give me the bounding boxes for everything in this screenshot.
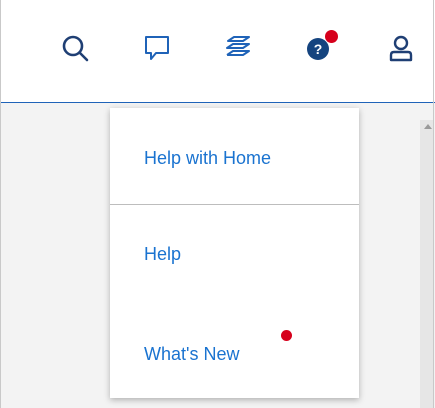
window-frame [0,0,434,408]
